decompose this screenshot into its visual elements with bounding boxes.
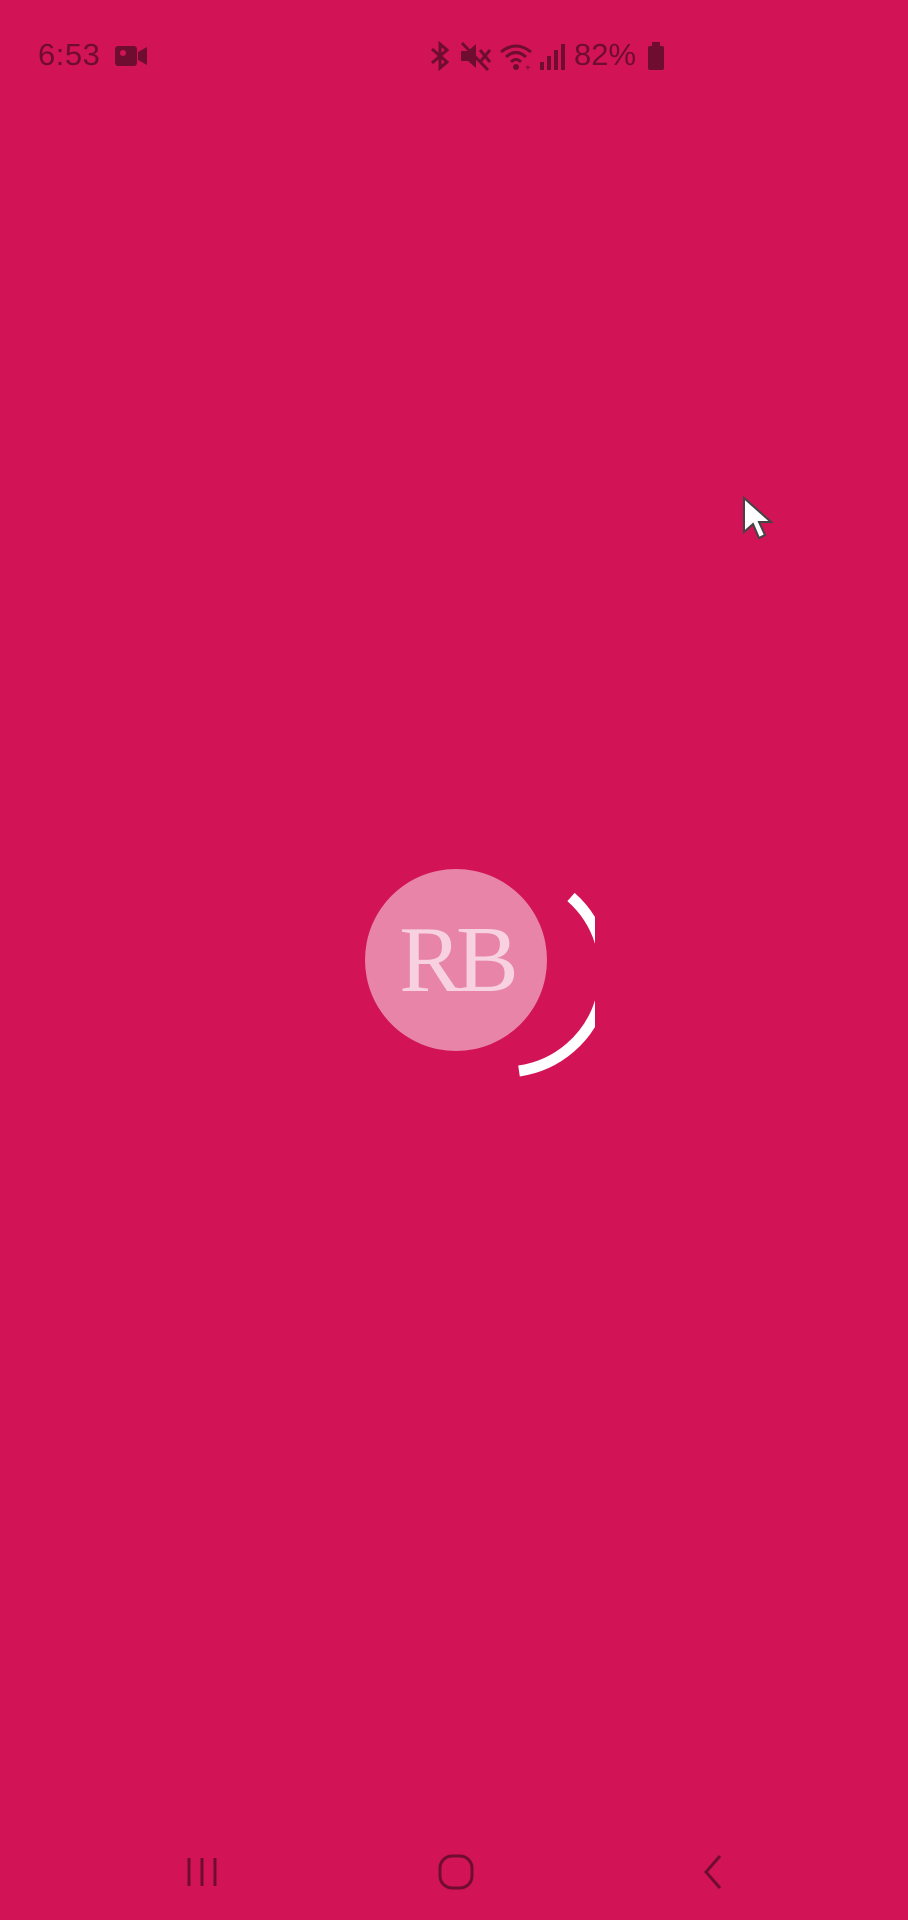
battery-percentage: 82% xyxy=(574,37,637,72)
svg-text:+: + xyxy=(525,63,531,72)
bluetooth-icon xyxy=(431,40,450,72)
signal-icon xyxy=(540,44,565,70)
battery-icon xyxy=(648,42,664,70)
loading-indicator: RB xyxy=(355,866,595,1086)
home-icon[interactable] xyxy=(426,1848,486,1896)
wifi-icon: + xyxy=(500,44,532,72)
back-icon[interactable] xyxy=(684,1848,744,1896)
video-record-icon xyxy=(115,46,147,66)
navigation-bar xyxy=(0,1820,908,1920)
status-time: 6:53 xyxy=(38,37,101,72)
mute-icon xyxy=(460,41,492,72)
recent-apps-icon[interactable] xyxy=(172,1848,232,1896)
status-bar: 6:53 + 82% xyxy=(0,0,908,112)
mouse-cursor-icon xyxy=(743,496,774,540)
spinner-arc xyxy=(518,892,595,1077)
